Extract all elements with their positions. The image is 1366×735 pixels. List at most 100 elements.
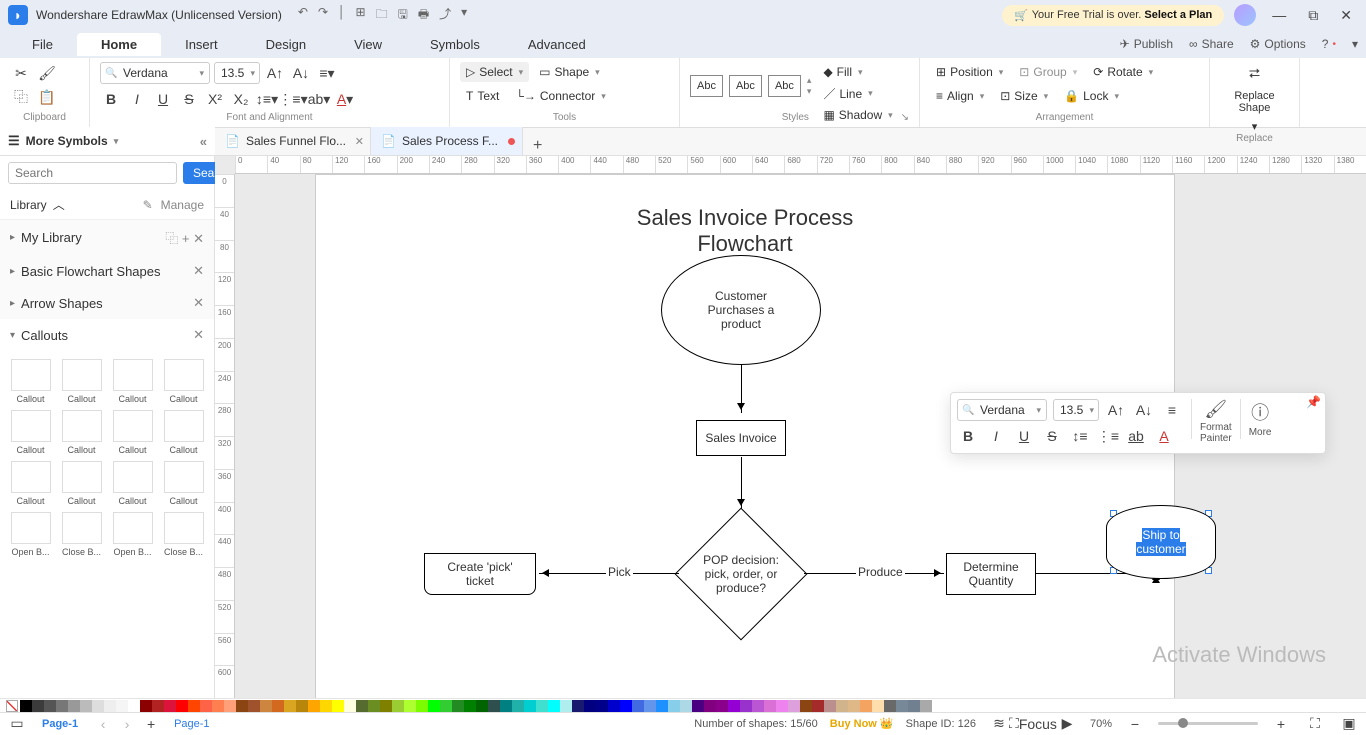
color-swatch[interactable] [668, 700, 680, 712]
duplicate-icon[interactable]: ⿻ [165, 231, 178, 246]
callout-item[interactable]: Open B... [8, 512, 53, 557]
fit-page-button[interactable]: ⛶ [1304, 713, 1326, 735]
color-swatch[interactable] [800, 700, 812, 712]
group-button[interactable]: ⊡ Group [1013, 62, 1083, 82]
avatar[interactable] [1234, 4, 1256, 26]
color-swatch[interactable] [272, 700, 284, 712]
color-swatch[interactable] [884, 700, 896, 712]
color-swatch[interactable] [296, 700, 308, 712]
style-preset-1[interactable]: Abc [690, 75, 723, 97]
color-swatch[interactable] [356, 700, 368, 712]
node-start[interactable]: Customer Purchases a product [661, 255, 821, 365]
copy-button[interactable]: ⿻ [10, 86, 32, 108]
callout-item[interactable]: Callout [8, 359, 53, 404]
ft-line-spacing[interactable]: ↕≡ [1069, 425, 1091, 447]
color-swatch[interactable] [584, 700, 596, 712]
menu-view[interactable]: View [330, 33, 406, 56]
color-swatch[interactable] [440, 700, 452, 712]
color-swatch[interactable] [224, 700, 236, 712]
color-swatch[interactable] [284, 700, 296, 712]
color-swatch[interactable] [200, 700, 212, 712]
section-callouts[interactable]: ▾Callouts✕ [0, 319, 214, 351]
menu-insert[interactable]: Insert [161, 33, 242, 56]
paste-button[interactable]: 📋 [36, 86, 58, 108]
color-swatch[interactable] [764, 700, 776, 712]
color-swatch[interactable] [344, 700, 356, 712]
color-swatch[interactable] [308, 700, 320, 712]
manage-button[interactable]: Manage [161, 198, 204, 212]
share-button[interactable]: ∞Share [1189, 37, 1234, 51]
color-swatch[interactable] [824, 700, 836, 712]
callout-item[interactable]: Callout [161, 359, 206, 404]
edit-icon[interactable]: ✎ [143, 198, 153, 212]
color-swatch[interactable] [812, 700, 824, 712]
callout-item[interactable]: Callout [59, 359, 104, 404]
canvas-area[interactable]: 0408012016020024028032036040044048052056… [215, 156, 1366, 698]
highlight-button[interactable]: ab▾ [308, 88, 330, 110]
floating-format-toolbar[interactable]: Verdana 13.5 A↑ A↓ ≡ B I U S ↕≡ ⋮≡ ab A [950, 392, 1326, 454]
no-fill-swatch[interactable] [6, 700, 18, 712]
size-button[interactable]: ⊡ Size [994, 86, 1054, 106]
flowchart-title[interactable]: Sales Invoice Process Flowchart [316, 205, 1174, 257]
maximize-button[interactable]: ⧉ [1302, 7, 1324, 24]
ft-highlight[interactable]: ab [1125, 425, 1147, 447]
color-swatch[interactable] [716, 700, 728, 712]
callout-item[interactable]: Close B... [59, 512, 104, 557]
close-icon[interactable]: ✕ [193, 231, 204, 246]
color-swatch[interactable] [908, 700, 920, 712]
color-swatch[interactable] [188, 700, 200, 712]
color-swatch[interactable] [464, 700, 476, 712]
color-swatch[interactable] [20, 700, 32, 712]
presentation-icon[interactable]: ▶ [1056, 713, 1078, 735]
color-swatch[interactable] [632, 700, 644, 712]
close-icon[interactable]: ✕ [193, 295, 204, 311]
replace-shape-button[interactable]: Replace Shape [1234, 90, 1274, 114]
styles-launcher[interactable]: ↘ [901, 112, 909, 123]
edge-invoice-pop[interactable] [741, 457, 742, 509]
lock-button[interactable]: 🔒 Lock [1058, 86, 1125, 106]
fill-button[interactable]: ◆ Fill [817, 62, 898, 82]
section-basic-flowchart[interactable]: ▸Basic Flowchart Shapes✕ [0, 255, 214, 287]
color-swatch[interactable] [32, 700, 44, 712]
color-swatch[interactable] [860, 700, 872, 712]
menu-file[interactable]: File [8, 33, 77, 56]
redo-button[interactable]: ↷ [318, 5, 328, 26]
italic-button[interactable]: I [126, 88, 148, 110]
increase-font-button[interactable]: A↑ [264, 62, 286, 84]
color-swatch[interactable] [500, 700, 512, 712]
node-qty[interactable]: Determine Quantity [946, 553, 1036, 595]
section-arrow-shapes[interactable]: ▸Arrow Shapes✕ [0, 287, 214, 319]
color-swatch[interactable] [248, 700, 260, 712]
page-tab[interactable]: Page-1 [30, 716, 90, 732]
trial-banner[interactable]: 🛒 Your Free Trial is over. Select a Plan [1002, 5, 1224, 26]
page-list-button[interactable]: ▭ [6, 713, 28, 735]
fullscreen-button[interactable]: ▣ [1338, 713, 1360, 735]
bullets-button[interactable]: ⋮≡▾ [282, 88, 304, 110]
pin-icon[interactable]: 📌 [1306, 395, 1321, 409]
color-swatch[interactable] [212, 700, 224, 712]
zoom-out-button[interactable]: − [1124, 713, 1146, 735]
line-spacing-button[interactable]: ↕≡▾ [256, 88, 278, 110]
prev-page-button[interactable]: ‹ [92, 713, 114, 735]
ft-underline[interactable]: U [1013, 425, 1035, 447]
color-swatch[interactable] [788, 700, 800, 712]
close-tab-icon[interactable]: ✕ [355, 135, 364, 148]
color-swatch[interactable] [368, 700, 380, 712]
ft-bullets[interactable]: ⋮≡ [1097, 425, 1119, 447]
color-swatch[interactable] [836, 700, 848, 712]
ft-font-select[interactable]: Verdana [957, 399, 1047, 421]
color-swatch[interactable] [848, 700, 860, 712]
callout-item[interactable]: Open B... [110, 512, 155, 557]
color-swatch[interactable] [92, 700, 104, 712]
color-swatch[interactable] [896, 700, 908, 712]
color-swatch[interactable] [680, 700, 692, 712]
undo-button[interactable]: ↶ [298, 5, 308, 26]
callout-item[interactable]: Close B... [161, 512, 206, 557]
font-color-button[interactable]: A▾ [334, 88, 356, 110]
document-tab-2[interactable]: 📄 Sales Process F... [371, 127, 523, 155]
superscript-button[interactable]: X² [204, 88, 226, 110]
callout-item[interactable]: Callout [59, 461, 104, 506]
ft-decrease-font[interactable]: A↓ [1133, 399, 1155, 421]
styles-more[interactable]: ▴▾ [807, 75, 812, 97]
callout-item[interactable]: Callout [8, 410, 53, 455]
